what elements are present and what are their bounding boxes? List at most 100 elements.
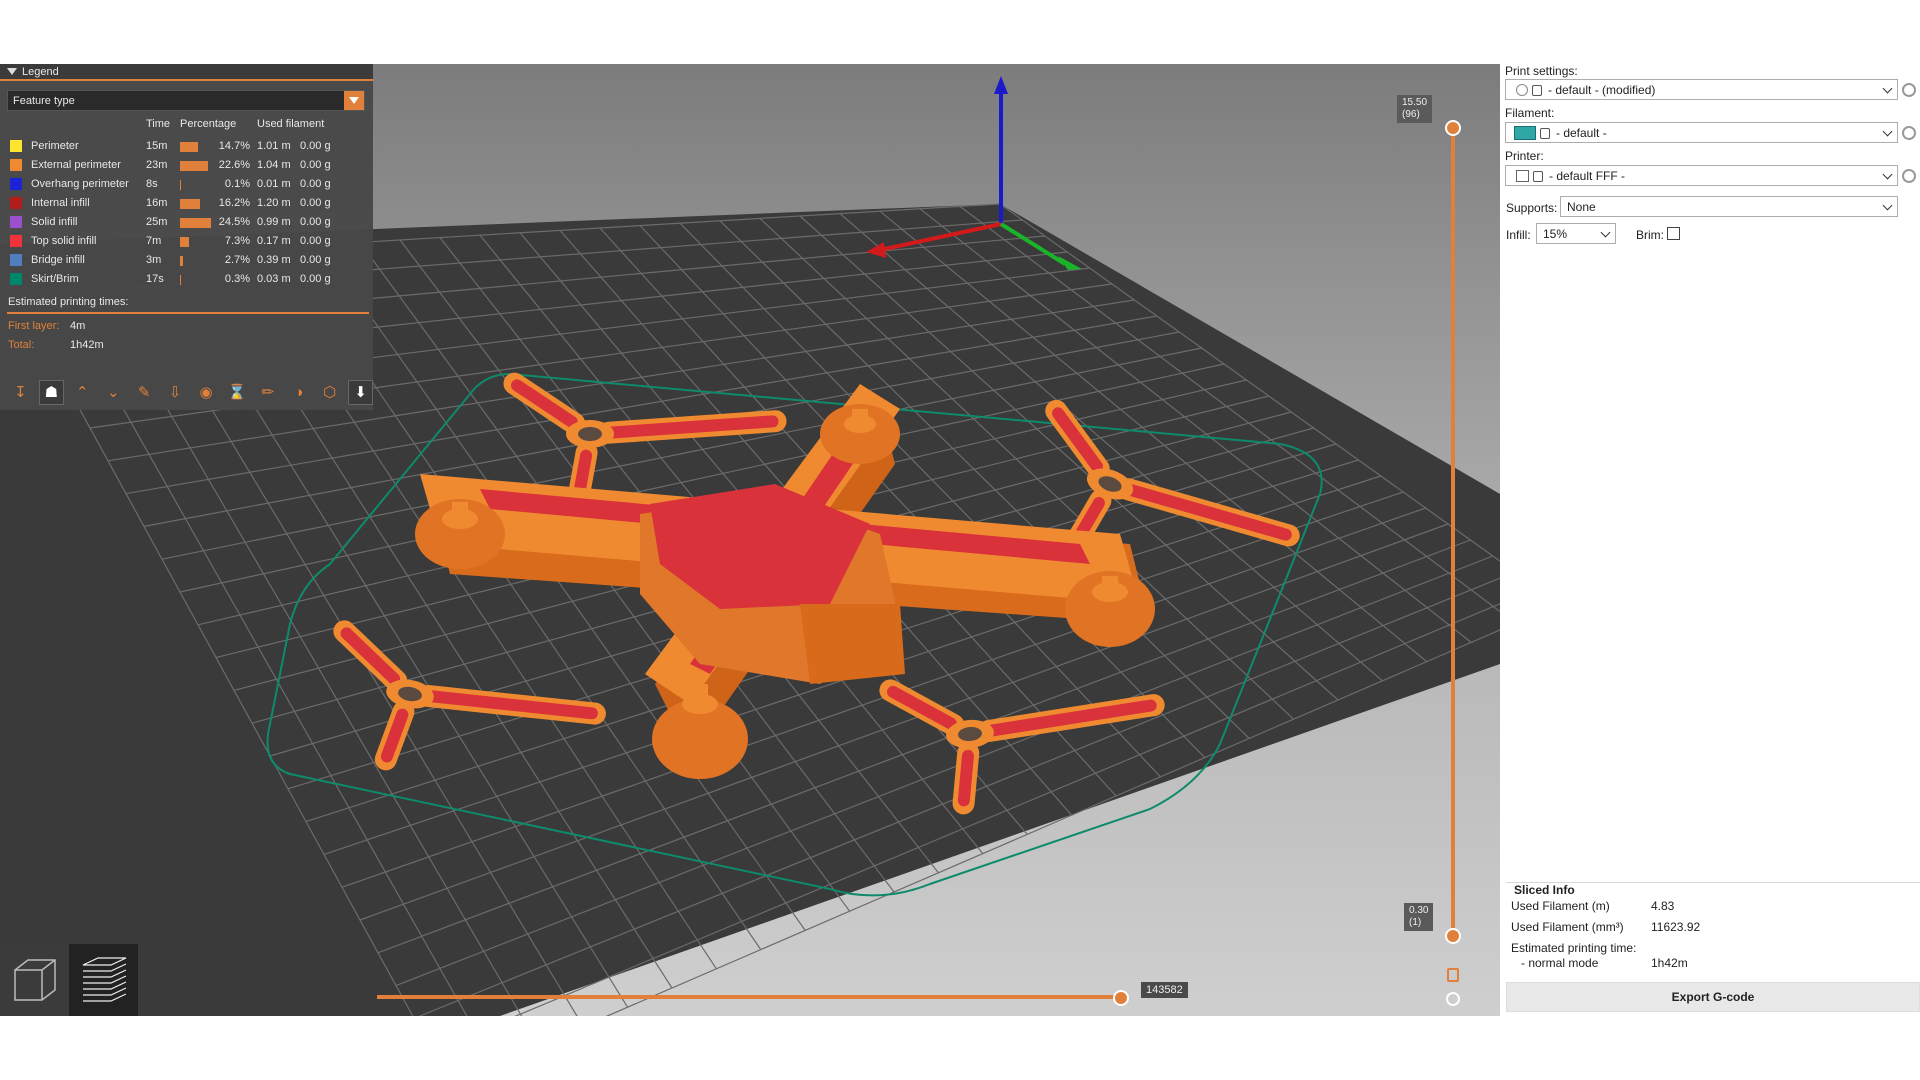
edit-printer-gear-icon[interactable] xyxy=(1902,169,1916,183)
legend-item-weight: 0.00 g xyxy=(300,140,331,152)
legend-item[interactable]: Internal infill 16m 16.2% 1.20 m 0.00 g xyxy=(8,195,368,211)
legend-view-type-value: Feature type xyxy=(13,94,75,107)
legend-divider xyxy=(7,312,369,314)
legend-percentage-bar xyxy=(180,237,190,247)
legend-item-name: Internal infill xyxy=(31,197,90,209)
travel-icon[interactable]: ↧ xyxy=(8,380,33,405)
settings-cog-icon[interactable] xyxy=(1446,992,1460,1006)
infill-value: 15% xyxy=(1543,226,1568,241)
normal-mode-value: 1h42m xyxy=(1651,956,1688,970)
print-settings-icon xyxy=(1516,83,1528,96)
legend-item-name: Skirt/Brim xyxy=(31,273,79,285)
printer-select[interactable]: - default FFF - xyxy=(1505,165,1898,186)
export-gcode-button[interactable]: Export G-code xyxy=(1506,982,1920,1012)
legend-item-name: Top solid infill xyxy=(31,235,97,247)
top-layer-handle[interactable] xyxy=(1445,120,1461,136)
legend-item[interactable]: Top solid infill 7m 7.3% 0.17 m 0.00 g xyxy=(8,233,368,249)
chevron-down-icon xyxy=(1882,126,1893,137)
deretractions-icon[interactable]: ⌄ xyxy=(101,380,126,405)
settings-sidebar: Print settings: - default - (modified) F… xyxy=(1502,64,1920,1016)
supports-label: Supports: xyxy=(1506,201,1558,215)
legend-item[interactable]: Solid infill 25m 24.5% 0.99 m 0.00 g xyxy=(8,214,368,230)
shells-icon[interactable]: ⬡ xyxy=(317,380,342,405)
printer-value: - default FFF - xyxy=(1549,168,1626,183)
dropdown-arrow-icon[interactable] xyxy=(344,91,364,110)
used-filament-mm3-value: 11623.92 xyxy=(1651,920,1701,934)
cube-icon xyxy=(13,959,56,1001)
used-filament-m-value: 4.83 xyxy=(1651,899,1675,913)
first-layer-time-row: First layer: 4m xyxy=(8,318,368,334)
edit-filament-gear-icon[interactable] xyxy=(1902,126,1916,140)
brim-checkbox[interactable] xyxy=(1667,227,1680,240)
legend-item-length: 0.99 m xyxy=(257,216,291,228)
legend-item-name: Overhang perimeter xyxy=(31,178,129,190)
infill-select[interactable]: 15% xyxy=(1536,223,1616,244)
legend-options-toolbar: ↧ ☗ ⌃ ⌄ ✎ ⇩ ◉ ⌛ ✏ ◑ ⬡ ⬇ xyxy=(0,375,374,409)
estimated-printing-time-label: Estimated printing time: xyxy=(1511,941,1637,955)
legend-item[interactable]: Perimeter 15m 14.7% 1.01 m 0.00 g xyxy=(8,138,368,154)
pause-icon[interactable]: ⌛ xyxy=(224,380,249,405)
legend-percentage-bar xyxy=(180,142,199,152)
legend-column-headers: Time Percentage Used filament xyxy=(8,116,368,132)
legend-item[interactable]: Overhang perimeter 8s 0.1% 0.01 m 0.00 g xyxy=(8,176,368,192)
legend-item[interactable]: Skirt/Brim 17s 0.3% 0.03 m 0.00 g xyxy=(8,271,368,287)
legend-item-weight: 0.00 g xyxy=(300,273,331,285)
total-time-row: Total: 1h42m xyxy=(8,337,368,353)
filament-select[interactable]: - default - xyxy=(1505,122,1898,143)
chevron-down-icon xyxy=(1882,83,1893,94)
lock-icon xyxy=(1533,171,1543,182)
horizontal-slider-handle[interactable] xyxy=(1113,990,1129,1006)
retractions-icon[interactable]: ⌃ xyxy=(70,380,95,405)
collapse-triangle-icon[interactable] xyxy=(7,68,17,75)
lock-icon xyxy=(1540,128,1550,139)
legend-item[interactable]: External perimeter 23m 22.6% 1.04 m 0.00 g xyxy=(8,157,368,173)
custom-gcode-icon[interactable]: ✏ xyxy=(255,380,280,405)
legend-item-length: 1.01 m xyxy=(257,140,291,152)
legend-item-length: 0.17 m xyxy=(257,235,291,247)
printer-label: Printer: xyxy=(1505,149,1544,163)
supports-select[interactable]: None xyxy=(1560,196,1898,217)
legend-header[interactable]: Legend xyxy=(0,64,373,81)
total-label: Total: xyxy=(8,339,35,351)
legend-item-percentage: 16.2% xyxy=(218,197,250,209)
legend-view-type-select[interactable]: Feature type xyxy=(7,90,365,111)
legend-percentage-bar xyxy=(180,218,211,228)
legend-item-percentage: 14.7% xyxy=(218,140,250,152)
print-settings-select[interactable]: - default - (modified) xyxy=(1505,79,1898,100)
color-changes-icon[interactable]: ◉ xyxy=(194,380,219,405)
edit-print-settings-gear-icon[interactable] xyxy=(1902,83,1916,97)
legend-item-percentage: 7.3% xyxy=(224,235,250,247)
wipe-icon[interactable]: ☗ xyxy=(38,379,64,405)
legend-percentage-bar xyxy=(180,161,209,171)
printer-icon xyxy=(1516,169,1529,182)
tool-marker-icon[interactable]: ⬇ xyxy=(348,379,374,405)
legend-percentage-bar xyxy=(180,199,201,209)
chevron-down-icon xyxy=(1882,200,1893,211)
sliced-info-panel: Sliced Info Used Filament (m) 4.83 Used … xyxy=(1506,882,1920,978)
tool-changes-icon[interactable]: ⇩ xyxy=(163,380,188,405)
supports-value: None xyxy=(1567,199,1596,214)
preview-button[interactable] xyxy=(69,944,138,1016)
legend-color-swatch xyxy=(10,235,22,247)
legend-item-name: Bridge infill xyxy=(31,254,85,266)
seams-icon[interactable]: ✎ xyxy=(132,380,157,405)
legend-item-weight: 0.00 g xyxy=(300,235,331,247)
lock-icon[interactable] xyxy=(1447,968,1459,982)
filament-color-swatch xyxy=(1514,125,1536,140)
legend-item[interactable]: Bridge infill 3m 2.7% 0.39 m 0.00 g xyxy=(8,252,368,268)
legend-item-weight: 0.00 g xyxy=(300,178,331,190)
legend-item-weight: 0.00 g xyxy=(300,254,331,266)
legend-item-percentage: 2.7% xyxy=(224,254,250,266)
legend-color-swatch xyxy=(10,178,22,190)
legend-item-length: 0.39 m xyxy=(257,254,291,266)
horizontal-moves-slider[interactable] xyxy=(377,995,1123,999)
vertical-layers-slider[interactable] xyxy=(1451,128,1455,938)
center-of-gravity-icon[interactable]: ◑ xyxy=(286,380,311,405)
filament-value: - default - xyxy=(1556,125,1607,140)
legend-percentage-bar xyxy=(180,256,184,266)
normal-mode-label: - normal mode xyxy=(1521,956,1599,970)
3d-view-button[interactable] xyxy=(0,944,69,1016)
view-mode-switch xyxy=(0,944,138,1016)
bottom-layer-handle[interactable] xyxy=(1445,928,1461,944)
first-layer-label: First layer: xyxy=(8,320,60,332)
